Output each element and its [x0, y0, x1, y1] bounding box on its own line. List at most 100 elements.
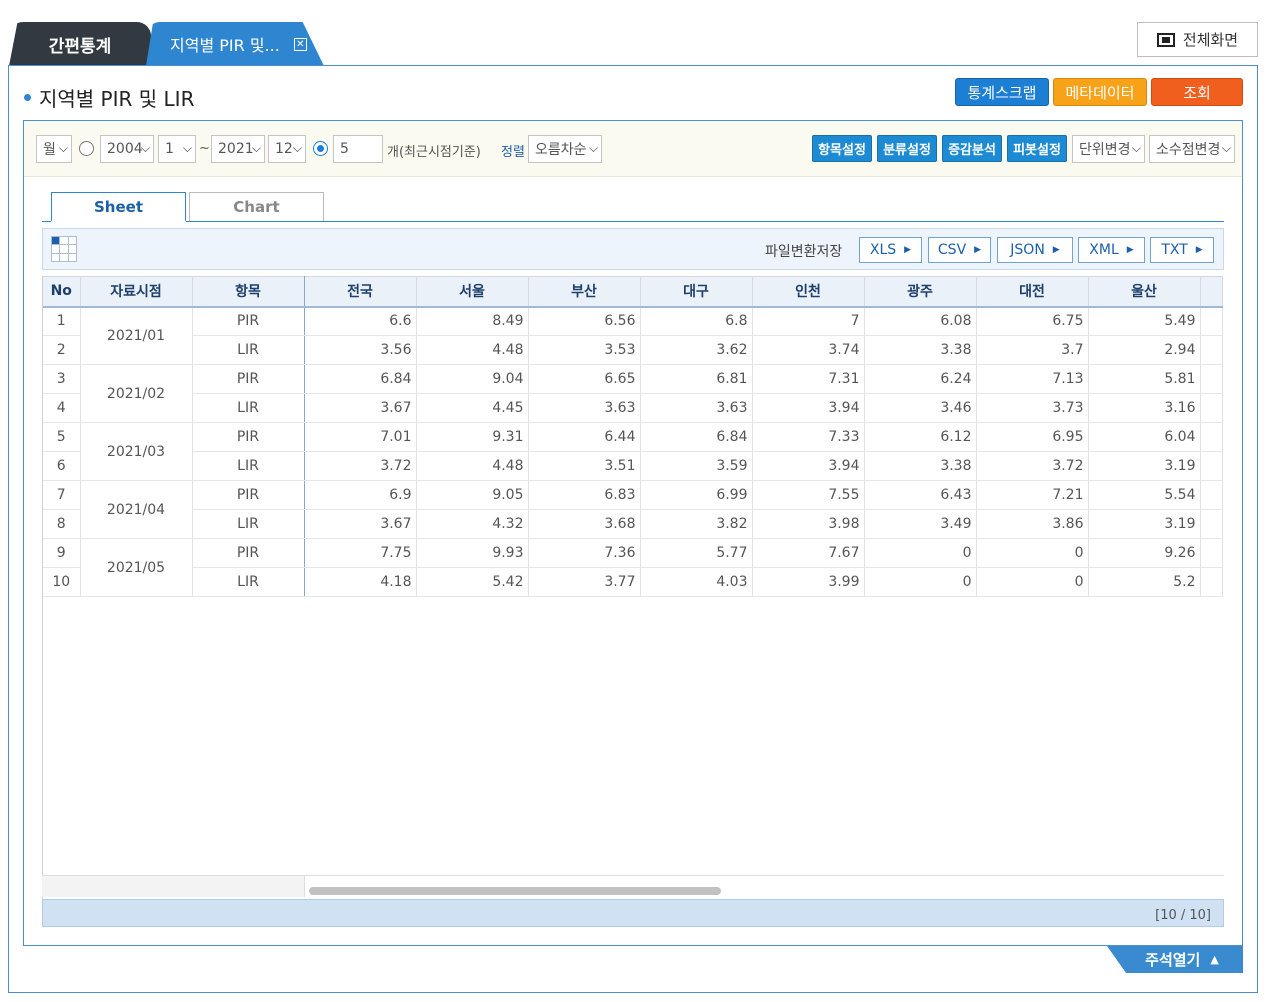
table-row[interactable]: 7 2021/04 PIR 6.9 9.05 6.83 6.99 7.55 6.43 7.21 5.…	[43, 480, 1223, 539]
caret-right-icon: ▶	[904, 245, 912, 255]
app-root: 간편통계 지역별 PIR 및... ✕ 전체화면 지역별 PIR 및 LIR 통…	[0, 0, 1268, 1002]
tab-chart[interactable]: Chart	[189, 192, 324, 222]
value-cell: 9.04	[416, 364, 529, 394]
horizontal-scrollbar[interactable]	[304, 875, 1224, 897]
table-row[interactable]: 1 2021/01 PIR 6.6 8.49 6.56 6.8 7 6.08 6.75 5.49	[43, 306, 1223, 365]
value-cell: 0	[864, 538, 977, 568]
decimal-change-select[interactable]: 소수점변경 ⌵	[1149, 135, 1235, 163]
value-cell: 6.9	[304, 480, 417, 510]
col-header-nationwide[interactable]: 전국	[304, 276, 417, 308]
col-header-item[interactable]: 항목	[192, 276, 305, 308]
table-row[interactable]: 2 LIR 3.56 4.48 3.53 3.62 3.74 3.38 3.7 2.94	[43, 335, 1223, 365]
grid-layout-icon[interactable]	[51, 236, 77, 262]
row-number-cell: 10	[43, 567, 81, 597]
table-row[interactable]: 6 LIR 3.72 4.48 3.51 3.59 3.94 3.38 3.72 3.19	[43, 451, 1223, 481]
recent-count-value: 5	[340, 141, 349, 157]
change-analysis-button[interactable]: 증감분석	[942, 135, 1002, 162]
export-xls-button[interactable]: XLS ▶	[859, 237, 922, 263]
export-csv-button[interactable]: CSV ▶	[928, 237, 991, 263]
col-header-seoul[interactable]: 서울	[416, 276, 529, 308]
table-row[interactable]: 10 LIR 4.18 5.42 3.77 4.03 3.99 0 0 5.2	[43, 567, 1223, 597]
query-button[interactable]: 조회	[1151, 78, 1243, 106]
item-cell: LIR	[192, 451, 305, 481]
period-type-select[interactable]: 월 ⌵	[36, 135, 72, 163]
tab-sheet[interactable]: Sheet	[51, 192, 186, 222]
recent-count-radio[interactable]	[313, 141, 328, 156]
table-footer: [10 / 10]	[42, 899, 1224, 927]
notes-toggle-button[interactable]: 주석열기 ▲	[1107, 946, 1243, 973]
end-month-select[interactable]: 12 ⌵	[268, 135, 306, 163]
col-header-daegu[interactable]: 대구	[640, 276, 753, 308]
class-settings-button[interactable]: 분류설정	[877, 135, 937, 162]
value-cell: 6.12	[864, 422, 977, 452]
metadata-button[interactable]: 메타데이터	[1053, 78, 1147, 106]
value-cell: 0	[976, 538, 1089, 568]
col-header-no[interactable]: No	[43, 276, 81, 308]
value-cell: 3.46	[864, 393, 977, 423]
export-xml-label: XML	[1089, 242, 1119, 258]
col-header-date[interactable]: 자료시점	[80, 276, 193, 308]
col-header-gwangju[interactable]: 광주	[864, 276, 977, 308]
tab-pir-lir[interactable]: 지역별 PIR 및... ✕	[146, 22, 324, 66]
value-cell: 3.99	[752, 567, 865, 597]
export-xls-label: XLS	[869, 242, 897, 258]
pivot-settings-button[interactable]: 피봇설정	[1007, 135, 1067, 162]
export-json-label: JSON	[1010, 242, 1045, 258]
table-header-row: No 자료시점 항목 전국 서울 부산 대구 인천 광주 대전 울산	[43, 276, 1223, 308]
start-month-select[interactable]: 1 ⌵	[158, 135, 196, 163]
item-settings-button[interactable]: 항목설정	[812, 135, 872, 162]
table-toolbar: 파일변환저장 XLS ▶ CSV ▶ JSON ▶ XML ▶ TXT ▶	[42, 228, 1224, 270]
scrollbar-thumb[interactable]	[309, 887, 721, 895]
end-year-select[interactable]: 2021 ⌵	[211, 135, 265, 163]
export-xml-button[interactable]: XML ▶	[1078, 237, 1145, 263]
table-row[interactable]: 8 LIR 3.67 4.32 3.68 3.82 3.98 3.49 3.86 3.19	[43, 509, 1223, 539]
item-cell: LIR	[192, 335, 305, 365]
value-cell: 6.8	[640, 306, 753, 336]
col-header-ulsan[interactable]: 울산	[1088, 276, 1201, 308]
col-header-daejeon[interactable]: 대전	[976, 276, 1089, 308]
sort-select[interactable]: 오름차순 ⌵	[528, 135, 602, 163]
caret-right-icon: ▶	[974, 245, 982, 255]
tab-pir-lir-label: 지역별 PIR 및...	[170, 36, 280, 55]
value-cell: 3.56	[304, 335, 417, 365]
value-cell: 3.67	[304, 509, 417, 539]
close-icon[interactable]: ✕	[293, 37, 307, 51]
table-row[interactable]: 5 2021/03 PIR 7.01 9.31 6.44 6.84 7.33 6.12 6.95 6…	[43, 422, 1223, 481]
export-txt-button[interactable]: TXT ▶	[1150, 237, 1214, 263]
tab-simple-stats[interactable]: 간편통계	[9, 22, 151, 66]
table-row[interactable]: 9 2021/05 PIR 7.75 9.93 7.36 5.77 7.67 0 0 9.26	[43, 538, 1223, 597]
value-cell: 4.18	[304, 567, 417, 597]
col-header-busan[interactable]: 부산	[528, 276, 641, 308]
value-cell: 3.51	[528, 451, 641, 481]
value-cell: 3.73	[976, 393, 1089, 423]
export-json-button[interactable]: JSON ▶	[997, 237, 1073, 263]
value-cell: 6.6	[304, 306, 417, 336]
value-cell: 4.03	[640, 567, 753, 597]
value-cell: 4.32	[416, 509, 529, 539]
value-cell: 6.83	[528, 480, 641, 510]
overflow-cell	[1200, 567, 1223, 597]
recent-count-input[interactable]: 5	[333, 135, 383, 163]
data-grid: No 자료시점 항목 전국 서울 부산 대구 인천 광주 대전 울산 1 202…	[42, 276, 1224, 899]
unit-change-select[interactable]: 단위변경 ⌵	[1072, 135, 1145, 163]
value-cell: 0	[864, 567, 977, 597]
fullscreen-button[interactable]: 전체화면	[1137, 22, 1258, 57]
value-cell: 3.63	[640, 393, 753, 423]
value-cell: 4.45	[416, 393, 529, 423]
value-cell: 7.55	[752, 480, 865, 510]
export-csv-label: CSV	[937, 242, 967, 258]
scrap-button[interactable]: 통계스크랩	[955, 78, 1049, 106]
table-row[interactable]: 3 2021/02 PIR 6.84 9.04 6.65 6.81 7.31 6.24 7.13 5…	[43, 364, 1223, 423]
start-year-select[interactable]: 2004 ⌵	[100, 135, 154, 163]
table-row[interactable]: 4 LIR 3.67 4.45 3.63 3.63 3.94 3.46 3.73 3.16	[43, 393, 1223, 423]
col-header-incheon[interactable]: 인천	[752, 276, 865, 308]
period-range-radio[interactable]	[79, 141, 94, 156]
chevron-down-icon: ⌵	[140, 141, 150, 155]
value-cell: 3.16	[1088, 393, 1201, 423]
value-cell: 5.54	[1088, 480, 1201, 510]
value-cell: 6.84	[304, 364, 417, 394]
item-cell: PIR	[192, 364, 305, 394]
overflow-cell	[1200, 422, 1223, 452]
overflow-cell	[1200, 538, 1223, 568]
col-header-overflow	[1200, 276, 1223, 308]
